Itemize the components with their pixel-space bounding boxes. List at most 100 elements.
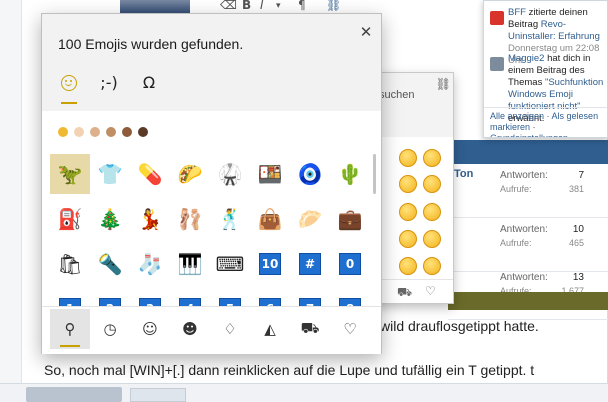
editor-text-line: wild drauflosgetippt hatte. (380, 318, 539, 334)
emoji-face-icon[interactable] (423, 175, 441, 193)
emoji-glyph: 💃 (137, 207, 163, 231)
emoji-cell[interactable]: 🛍 (50, 244, 90, 284)
emoji-cell[interactable]: 💊 (130, 154, 170, 194)
skin-tone-swatch[interactable] (90, 127, 100, 137)
emoji-cell[interactable]: 🎄 (90, 199, 130, 239)
notification-user-link[interactable]: BFF (508, 7, 526, 18)
thread-title[interactable]: Ton (454, 168, 473, 180)
paragraph-icon[interactable]: ¶ (298, 0, 306, 12)
emoji-cell[interactable]: 💃 (130, 199, 170, 239)
emoji-cell[interactable]: 🌵 (330, 154, 370, 194)
emoji-glyph: 💊 (137, 162, 163, 186)
eraser-icon[interactable]: ⌫ (220, 0, 237, 12)
emoji-cell[interactable]: 🧿 (290, 154, 330, 194)
emoji-cell[interactable]: 🕺 (210, 199, 250, 239)
emoji-cell[interactable]: 💼 (330, 199, 370, 239)
editor-text-line: So, noch mal [WIN]+[.] dann reinklicken … (44, 362, 534, 378)
skin-tone-swatch[interactable] (122, 127, 132, 137)
emoji-cell[interactable]: # (290, 244, 330, 284)
cat-travel[interactable]: ⛟ (290, 309, 330, 349)
keycap-emoji: 10 (259, 253, 281, 275)
emoji-panel: 100 Emojis wurden gefunden. ✕ ;-) Ω 🦖 👕 💊 🌮… (41, 13, 382, 354)
emoji-face-icon[interactable] (399, 175, 417, 193)
emoji-cell[interactable]: 1 (50, 289, 90, 306)
keycap-emoji: 1 (59, 298, 81, 306)
search-result-count: 100 Emojis wurden gefunden. (58, 36, 244, 52)
cat-celebration[interactable]: ♢ (210, 309, 250, 349)
cat-search[interactable]: ⚲ (50, 309, 90, 349)
attachment-thumbnail[interactable] (26, 387, 122, 402)
thread-row[interactable]: Ton Antworten: 7 Aufrufe: 381 (448, 164, 608, 218)
emoji-glyph: 🎄 (97, 207, 123, 231)
attachment-thumbnail[interactable] (130, 388, 186, 402)
cat-people[interactable]: ☻ (170, 309, 210, 349)
emoji-cell[interactable]: 🧦 (130, 244, 170, 284)
editor-toolbar: ⌫ B I ▾ ¶ ⛓ (200, 0, 480, 14)
emoji-cell[interactable]: 3 (130, 289, 170, 306)
notification-user-link[interactable]: Maggie2 (508, 53, 544, 64)
link-icon[interactable]: ⛓ (326, 0, 341, 12)
emoji-cell[interactable]: 0 (330, 244, 370, 284)
emoji-cell[interactable]: 🌮 (170, 154, 210, 194)
chevron-down-icon[interactable]: ▾ (276, 1, 281, 11)
skin-tone-swatch[interactable] (106, 127, 116, 137)
emoji-glyph: 👕 (97, 162, 123, 186)
scroll-thumb[interactable] (373, 154, 376, 194)
notifications-footer-links[interactable]: Alle anzeigen · Als gelesen markieren · … (484, 107, 607, 137)
emoji-cell[interactable]: 👕 (90, 154, 130, 194)
emoji-cell[interactable]: 🦖 (50, 154, 90, 194)
tab-emoji[interactable] (54, 72, 84, 104)
cat-food[interactable]: ◭ (250, 309, 290, 349)
emoji-face-icon[interactable] (399, 257, 417, 275)
cat-recent[interactable]: ◷ (90, 309, 130, 349)
emoji-cell[interactable]: 4 (170, 289, 210, 306)
emoji-face-icon[interactable] (423, 203, 441, 221)
tab-kaomoji[interactable]: ;-) (94, 72, 124, 98)
thread-row[interactable]: Antworten: 10 Aufrufe: 465 (448, 218, 608, 272)
emoji-cell[interactable]: 🎹 (170, 244, 210, 284)
skin-tone-swatch[interactable] (58, 127, 68, 137)
emoji-glyph: 🔦 (97, 252, 123, 276)
emoji-cell[interactable]: 🥟 (290, 199, 330, 239)
emoji-cell[interactable]: 🥋 (210, 154, 250, 194)
attached-image-thumbnail[interactable] (120, 0, 190, 14)
emoji-face-icon[interactable] (399, 203, 417, 221)
emoji-cell[interactable]: 8 (330, 289, 370, 306)
car-icon[interactable]: ⛟ (397, 285, 412, 301)
emoji-face-icon[interactable] (423, 230, 441, 248)
emoji-cell[interactable]: 6 (250, 289, 290, 306)
emoji-cell[interactable]: ⌨ (210, 244, 250, 284)
emoji-cell[interactable]: 5 (210, 289, 250, 306)
skin-tone-swatch[interactable] (74, 127, 84, 137)
emoji-face-icon[interactable] (423, 257, 441, 275)
emoji-cell[interactable]: 👜 (250, 199, 290, 239)
cat-love[interactable]: ♡ (330, 309, 370, 349)
emoji-cell[interactable]: ⛽ (50, 199, 90, 239)
emoji-cell[interactable]: 🩰 (170, 199, 210, 239)
emoji-grid: 🦖 👕 💊 🌮 🥋 🍱 🧿 🌵 ⛽ 🎄 💃 🩰 🕺 👜 🥟 💼 🛍 🔦 🧦 🎹 ⌨ 10 #0 1 2 3 4 5 6 7 8 (50, 154, 375, 306)
emoji-glyph: 🎹 (177, 252, 203, 276)
cat-smileys[interactable]: ☺ (130, 309, 170, 349)
emoji-glyph: 🦖 (57, 162, 83, 186)
link-icon[interactable]: ⛓ (436, 77, 451, 91)
italic-icon[interactable]: I (260, 0, 264, 12)
tab-symbols-label: Ω (142, 73, 156, 92)
skin-tone-swatch[interactable] (138, 127, 148, 137)
emoji-cell[interactable]: 🍱 (250, 154, 290, 194)
close-icon[interactable]: ✕ (356, 22, 376, 42)
emoji-face-icon[interactable] (399, 149, 417, 167)
thread-list: Ton Antworten: 7 Aufrufe: 381 Antworten:… (448, 140, 608, 320)
avatar (490, 57, 504, 71)
emoji-cell[interactable]: 7 (290, 289, 330, 306)
emoji-face-icon[interactable] (423, 149, 441, 167)
emoji-glyph: 🧿 (297, 162, 323, 186)
emoji-cell[interactable]: 🔦 (90, 244, 130, 284)
emoji-grid-scrollbar[interactable] (373, 154, 377, 306)
emoji-panel-header: 100 Emojis wurden gefunden. ✕ ;-) Ω (42, 14, 381, 111)
heart-icon[interactable]: ♡ (425, 284, 436, 298)
bold-icon[interactable]: B (242, 0, 251, 12)
tab-symbols[interactable]: Ω (134, 72, 164, 98)
emoji-face-icon[interactable] (399, 230, 417, 248)
emoji-cell[interactable]: 2 (90, 289, 130, 306)
emoji-cell[interactable]: 10 (250, 244, 290, 284)
